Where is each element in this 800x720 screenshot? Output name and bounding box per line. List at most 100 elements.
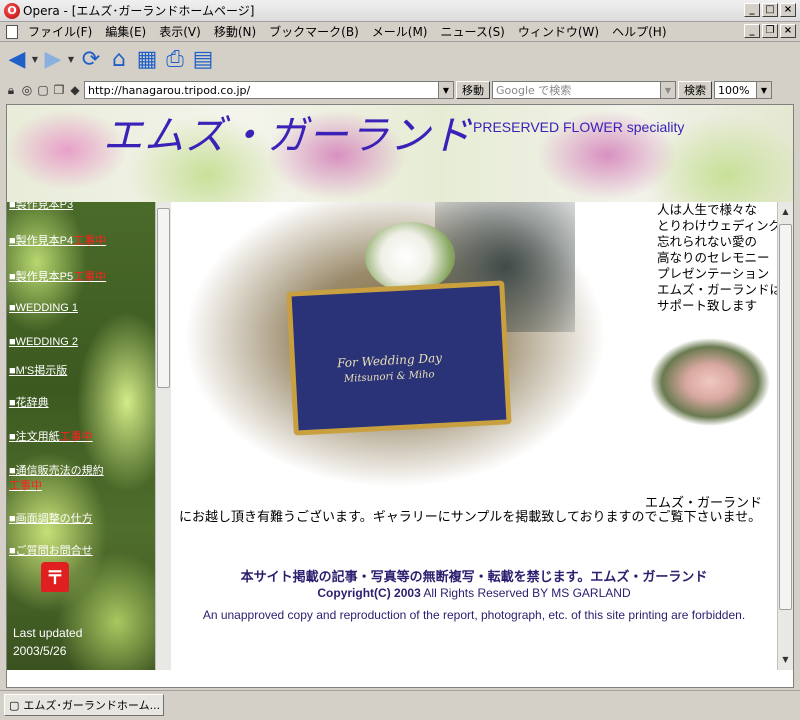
intro-line: 人は人生で様々な	[657, 202, 758, 217]
forward-arrow-icon[interactable]: ▶	[42, 47, 64, 73]
back-arrow-icon[interactable]: ◀	[6, 47, 28, 73]
site-header: エムズ・ガーランド PRESERVED FLOWER speciality	[7, 105, 793, 202]
menu-edit[interactable]: 編集(E)	[101, 23, 155, 40]
copy-page-icon[interactable]: ❐	[52, 83, 66, 97]
zoom-value: 100%	[718, 83, 750, 97]
copyright-rest: All Rights Reserved BY MS GARLAND	[420, 586, 631, 600]
wedding-signboard: For Wedding Day Mitsunori & Miho	[286, 280, 512, 436]
menu-navigate[interactable]: 移動(N)	[210, 23, 265, 40]
address-bar: 🔒︎ ◎ ▢ ❐ ◆ http://hanagarou.tripod.co.jp…	[0, 79, 800, 101]
main-scroll-thumb[interactable]	[779, 224, 792, 610]
menu-view[interactable]: 表示(V)	[155, 23, 210, 40]
intro-line: プレゼンテーション	[657, 266, 770, 281]
nav-sample-p3[interactable]: ■製作見本P3	[9, 202, 73, 212]
bouquet-photo	[643, 332, 777, 432]
doc-restore-button[interactable]: ❐	[762, 24, 778, 38]
nav-mail-order-terms[interactable]: ■通信販売法の規約	[9, 462, 104, 478]
postbox-icon[interactable]: 〒	[41, 562, 69, 592]
page-tab-icon: ▢	[9, 698, 20, 712]
copyright-notice-en: An unapproved copy and reproduction of t…	[202, 608, 746, 622]
intro-line: サポート致します	[657, 298, 758, 313]
zoom-dropdown-icon[interactable]: ▼	[756, 82, 771, 98]
search-button[interactable]: 検索	[678, 81, 712, 99]
scroll-down-icon[interactable]: ▼	[779, 652, 792, 666]
photo-flowers	[365, 222, 455, 292]
menu-bar: ファイル(F) 編集(E) 表示(V) 移動(N) ブックマーク(B) メール(…	[0, 22, 800, 42]
intro-line: とりわけウェディング	[657, 218, 777, 233]
nav-mail-order-terms-wip: 工事中	[9, 480, 42, 492]
nav-sample-p4[interactable]: ■製作見本P4工事中	[9, 232, 106, 248]
search-field[interactable]: Google で検索 ▼	[492, 81, 676, 99]
nav-bulletin-board[interactable]: ■M'S掲示版	[9, 362, 67, 378]
nav-order-form[interactable]: ■注文用紙工事中	[9, 428, 93, 444]
main-scrollbar[interactable]: ▲ ▼	[777, 202, 793, 670]
maximize-button[interactable]: □	[762, 3, 778, 17]
doc-close-button[interactable]: ×	[780, 24, 796, 38]
new-page-icon[interactable]: ▤	[190, 47, 216, 73]
zoom-field[interactable]: 100% ▼	[714, 81, 772, 99]
back-history-dropdown-icon[interactable]: ▼	[30, 47, 40, 73]
sign-title: For Wedding Day	[336, 350, 443, 371]
navigation-toolbar: ◀ ▼ ▶ ▼ ⟳ ⌂ ▦ ⎙ ▤	[0, 43, 800, 77]
document-window-controls: _ ❐ ×	[744, 24, 796, 38]
page-tab-label: エムズ･ガーランドホーム...	[23, 699, 161, 712]
search-engine-dropdown-icon[interactable]: ▼	[660, 82, 675, 98]
cookie-icon[interactable]: ◎	[20, 83, 34, 97]
nav-wedding-1[interactable]: ■WEDDING 1	[9, 302, 78, 314]
gallery-welcome-text: にお越し頂き有難うございます。ギャラリーにサンプルを掲載致しておりますのでご覧下…	[179, 510, 762, 525]
copyright-year: Copyright(C) 2003	[317, 586, 421, 600]
intro-line: 忘れられない愛の	[657, 234, 758, 249]
copyright-notice-jp: 本サイト掲載の記事・写真等の無断複写・転載を禁じます。エムズ・ガーランド	[240, 570, 708, 585]
scroll-up-icon[interactable]: ▲	[779, 204, 792, 218]
print-icon[interactable]: ⎙	[162, 47, 188, 73]
intro-line: エムズ・ガーランドは	[657, 282, 777, 297]
page-info-icon[interactable]: ▢	[36, 83, 50, 97]
copyright-line: Copyright(C) 2003 All Rights Reserved BY…	[171, 586, 777, 600]
document-icon[interactable]	[6, 24, 18, 39]
main-frame: For Wedding Day Mitsunori & Miho 人は人生で様々…	[171, 202, 777, 670]
nav-wedding-2[interactable]: ■WEDDING 2	[9, 336, 78, 348]
forward-history-dropdown-icon[interactable]: ▼	[66, 47, 76, 73]
nav-sample-p5[interactable]: ■製作見本P5工事中	[9, 268, 106, 284]
close-button[interactable]: ×	[780, 3, 796, 17]
navigation-scrollbar[interactable]	[155, 202, 171, 670]
page-tab[interactable]: ▢ エムズ･ガーランドホーム...	[4, 694, 164, 716]
site-subtitle: PRESERVED FLOWER speciality	[473, 119, 685, 135]
url-dropdown-icon[interactable]: ▼	[438, 82, 453, 98]
url-text: http://hanagarou.tripod.co.jp/	[88, 83, 251, 97]
nav-flower-dictionary[interactable]: ■花辞典	[9, 394, 49, 410]
reload-icon[interactable]: ⟳	[78, 47, 104, 73]
page-viewport: エムズ・ガーランド PRESERVED FLOWER speciality ■製…	[6, 104, 794, 688]
title-bar: O Opera - [エムズ･ガーランドホームページ] _ □ ×	[0, 0, 800, 22]
nav-screen-adjustment[interactable]: ■画面調整の仕方	[9, 510, 93, 526]
menu-file[interactable]: ファイル(F)	[24, 23, 101, 40]
intro-text: 人は人生で様々な とりわけウェディング 忘れられない愛の 高なりのセレモニー プ…	[657, 202, 777, 328]
last-updated: Last updated 2003/5/26	[13, 624, 82, 660]
page-tab-bar: ▢ エムズ･ガーランドホーム...	[0, 690, 800, 720]
doc-minimize-button[interactable]: _	[744, 24, 760, 38]
navigation-frame: ■製作見本P3 ■製作見本P4工事中 ■製作見本P5工事中 ■WEDDING 1…	[7, 202, 155, 670]
intro-line: 高なりのセレモニー	[657, 250, 770, 265]
menu-bookmarks[interactable]: ブックマーク(B)	[265, 23, 368, 40]
navigation-scroll-thumb[interactable]	[157, 208, 170, 388]
menu-news[interactable]: ニュース(S)	[436, 23, 513, 40]
go-button[interactable]: 移動	[456, 81, 490, 99]
site-title: エムズ・ガーランド	[103, 113, 472, 159]
sign-names: Mitsunori & Miho	[343, 369, 435, 385]
nav-inquiries[interactable]: ■ご質問お問合せ	[9, 542, 93, 558]
url-field[interactable]: http://hanagarou.tripod.co.jp/ ▼	[84, 81, 454, 99]
home-icon[interactable]: ⌂	[106, 47, 132, 73]
window-controls: _ □ ×	[744, 3, 796, 17]
menu-mail[interactable]: メール(M)	[368, 23, 437, 40]
menu-window[interactable]: ウィンドウ(W)	[514, 23, 608, 40]
search-placeholder: Google で検索	[496, 84, 572, 97]
minimize-button[interactable]: _	[744, 3, 760, 17]
opera-logo-icon: O	[4, 2, 20, 19]
last-updated-date: 2003/5/26	[13, 644, 67, 658]
lock-icon[interactable]: 🔒︎	[4, 83, 18, 97]
site-icon: ◆	[70, 83, 80, 97]
hotlist-icon[interactable]: ▦	[134, 47, 160, 73]
window-title: Opera - [エムズ･ガーランドホームページ]	[23, 4, 255, 18]
wedding-sign-photo: For Wedding Day Mitsunori & Miho	[185, 202, 605, 492]
menu-help[interactable]: ヘルプ(H)	[608, 23, 675, 40]
